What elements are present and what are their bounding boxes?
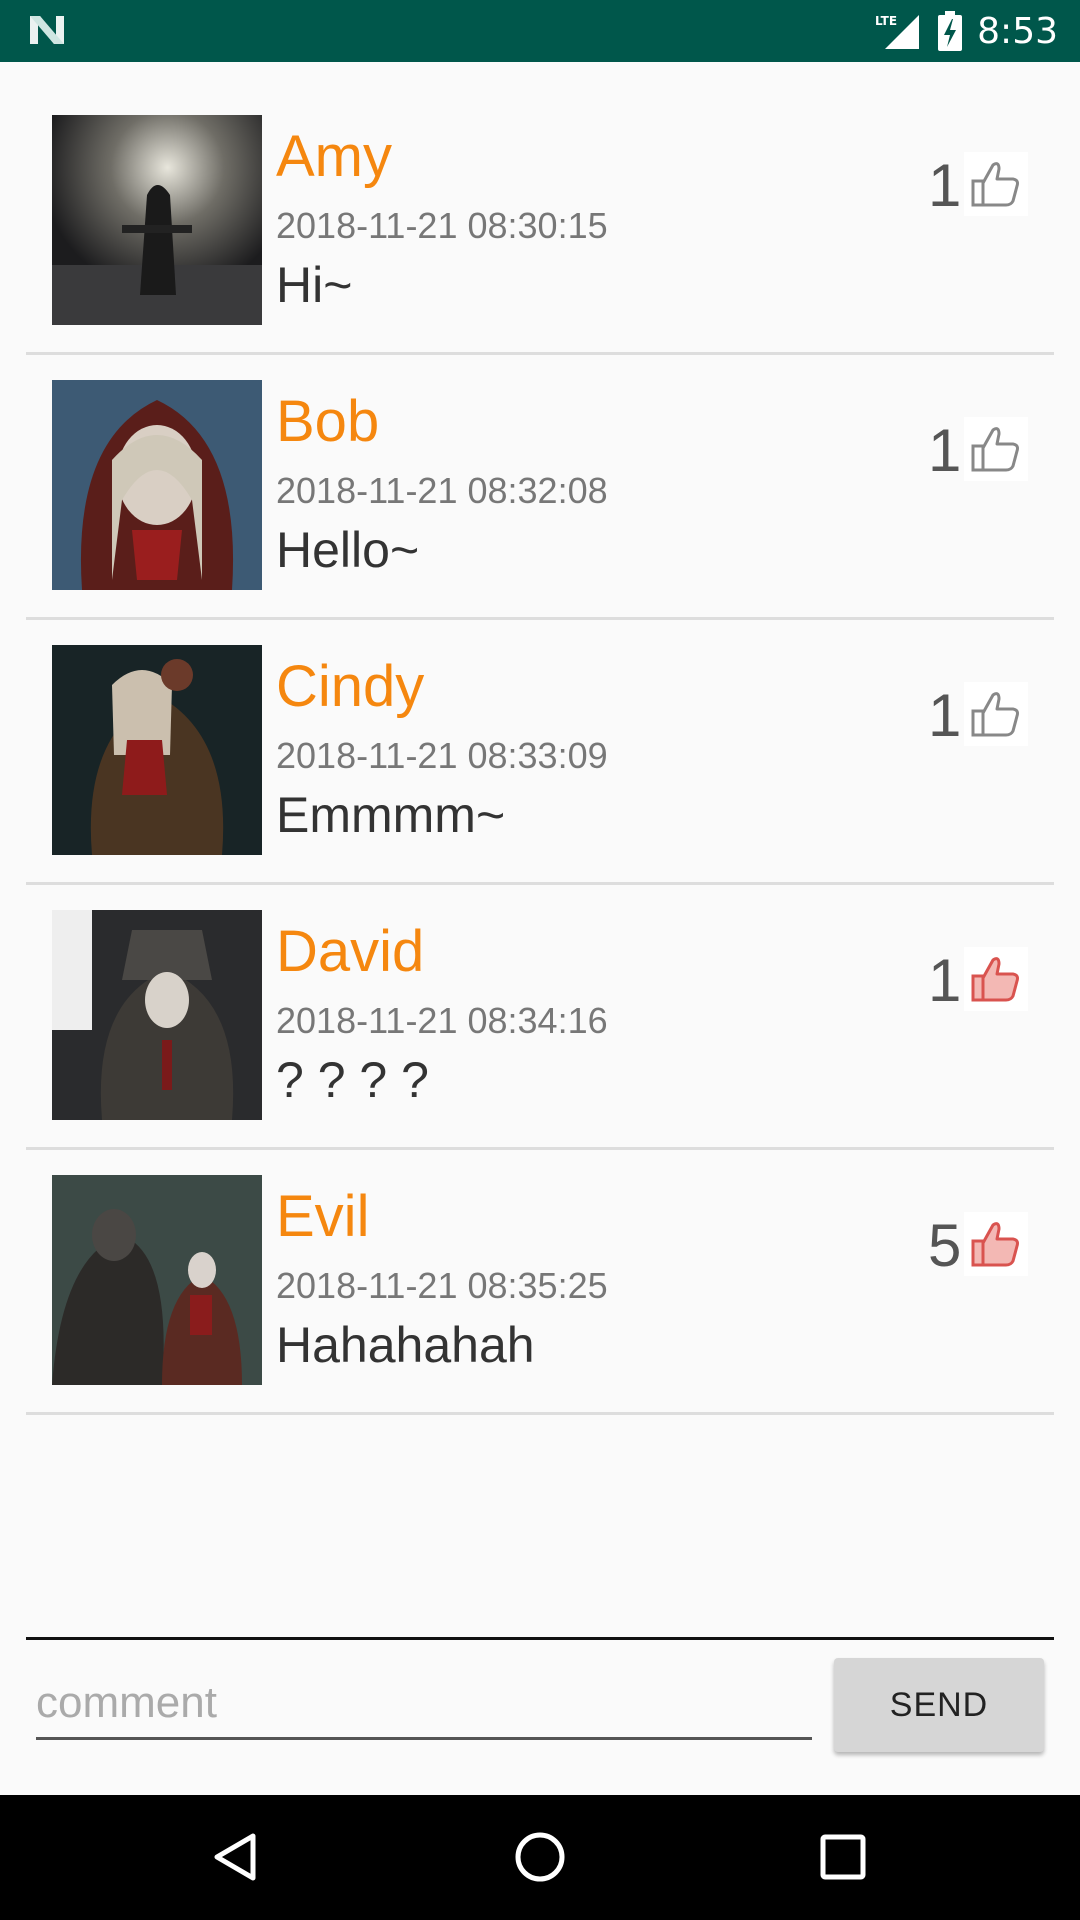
back-button[interactable]: [206, 1827, 266, 1887]
comment-item[interactable]: David 2018-11-21 08:34:16 ? ? ? ? 1: [26, 885, 1054, 1150]
comment-text: Hahahahah: [276, 1317, 535, 1373]
status-time: 8:53: [977, 10, 1058, 52]
divider: [26, 1412, 1054, 1415]
like-count: 5: [928, 1212, 962, 1279]
comment-input[interactable]: [36, 1668, 812, 1740]
comment-item[interactable]: Cindy 2018-11-21 08:33:09 Emmmm~ 1: [26, 620, 1054, 885]
avatar: [52, 910, 262, 1120]
avatar: [52, 380, 262, 590]
comment-timestamp: 2018-11-21 08:33:09: [276, 735, 608, 776]
input-divider: [26, 1637, 1054, 1640]
comment-item[interactable]: Amy 2018-11-21 08:30:15 Hi~ 1: [26, 90, 1054, 355]
like-count: 1: [928, 152, 962, 219]
status-bar: LTE 8:53: [0, 0, 1080, 62]
recents-icon: [820, 1834, 866, 1880]
comment-text: ? ? ? ?: [276, 1052, 429, 1108]
comment-author: Evil: [276, 1184, 370, 1249]
back-icon: [214, 1833, 256, 1881]
comment-item[interactable]: Bob 2018-11-21 08:32:08 Hello~ 1: [26, 355, 1054, 620]
thumbs-up-icon: [971, 162, 1019, 207]
thumbs-up-filled-icon: [971, 957, 1019, 1002]
comment-timestamp: 2018-11-21 08:32:08: [276, 470, 608, 511]
comment-timestamp: 2018-11-21 08:34:16: [276, 1000, 608, 1041]
send-button[interactable]: SEND: [834, 1658, 1044, 1752]
like-button[interactable]: [964, 152, 1028, 216]
comment-timestamp: 2018-11-21 08:35:25: [276, 1265, 608, 1306]
svg-text:LTE: LTE: [875, 14, 897, 28]
home-icon: [515, 1832, 565, 1882]
lte-signal-icon: LTE: [875, 14, 920, 49]
recents-button[interactable]: [813, 1827, 873, 1887]
comment-author: David: [276, 919, 425, 984]
like-button[interactable]: [964, 1212, 1028, 1276]
like-button[interactable]: [964, 947, 1028, 1011]
avatar: [52, 645, 262, 855]
avatar: [52, 115, 262, 325]
comment-author: Amy: [276, 124, 392, 189]
avatar: [52, 1175, 262, 1385]
thumbs-up-filled-icon: [971, 1222, 1019, 1267]
comment-text: Hello~: [276, 522, 420, 578]
thumbs-up-icon: [971, 692, 1019, 737]
comment-text: Emmmm~: [276, 787, 506, 843]
navigation-bar: [0, 1795, 1080, 1920]
thumbs-up-icon: [971, 427, 1019, 472]
status-icons: LTE 8:53: [873, 0, 1058, 62]
android-n-logo-icon: [30, 16, 64, 44]
comment-text: Hi~: [276, 257, 353, 313]
comment-list[interactable]: Amy 2018-11-21 08:30:15 Hi~ 1 Bob 2018-1…: [26, 90, 1054, 1415]
comment-author: Cindy: [276, 654, 425, 719]
battery-charging-icon: [938, 11, 963, 51]
like-count: 1: [928, 682, 962, 749]
comment-timestamp: 2018-11-21 08:30:15: [276, 205, 608, 246]
home-button[interactable]: [510, 1827, 570, 1887]
like-count: 1: [928, 417, 962, 484]
like-count: 1: [928, 947, 962, 1014]
comment-item[interactable]: Evil 2018-11-21 08:35:25 Hahahahah 5: [26, 1150, 1054, 1415]
like-button[interactable]: [964, 682, 1028, 746]
comment-author: Bob: [276, 389, 380, 454]
like-button[interactable]: [964, 417, 1028, 481]
